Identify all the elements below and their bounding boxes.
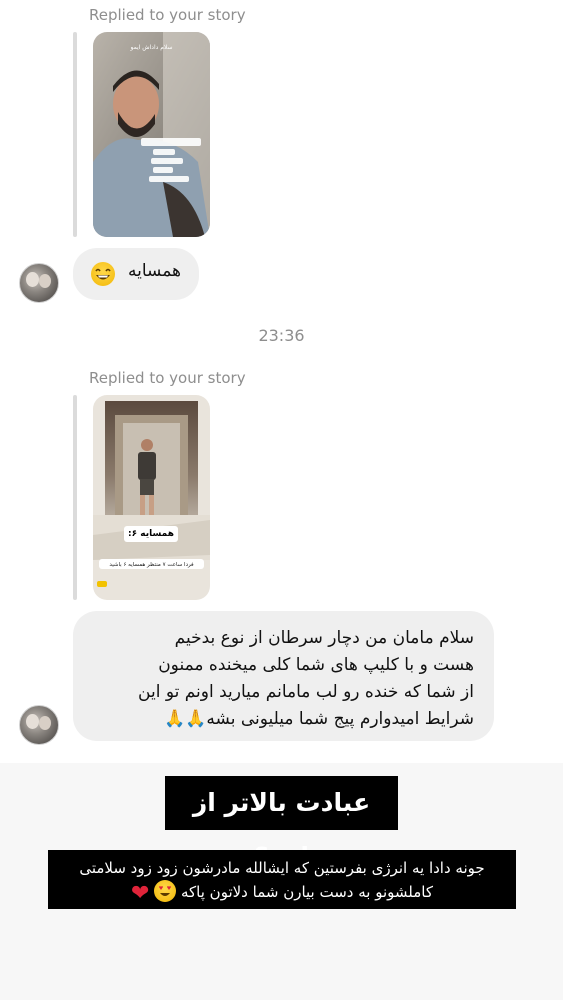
message-line: هست و با کلیپ های شما کلی میخنده ممنون — [158, 655, 474, 675]
message-bubble[interactable]: سلام مامان من دچار سرطان از نوع بدخیم هس… — [73, 611, 494, 741]
caption-line: جونه دادا یه انرژی بفرستین که ایشالله ما… — [79, 859, 485, 877]
caption-line-2: کاملشونو به دست بیارن شما دلاتون پاکه ❤ — [48, 880, 516, 906]
reply-indicator-bar — [73, 395, 77, 600]
caption-title: عبادت بالاتر از این؟ — [165, 776, 398, 871]
message-timestamp: 23:36 — [258, 326, 305, 345]
story-bottom-text: فردا ساعت ۷ منتظر همسایه ۶ باشید — [109, 562, 194, 568]
red-heart-icon: ❤ — [130, 881, 150, 906]
caption-body: جونه دادا یه انرژی بفرستین که ایشالله ما… — [48, 850, 516, 909]
story-badge: همسایه ۶: — [124, 526, 178, 542]
replied-label: Replied to your story — [89, 369, 246, 387]
sender-avatar[interactable] — [19, 263, 59, 303]
grinning-face-icon — [91, 262, 115, 286]
story-top-text: سلام داداش ایمو — [130, 44, 173, 51]
reply-indicator-bar — [73, 32, 77, 237]
message-line: شرایط امیدوارم پیج شما میلیونی بشه🙏🙏 — [164, 709, 474, 729]
message-line: سلام مامان من دچار سرطان از نوع بدخیم — [174, 628, 474, 648]
sender-avatar[interactable] — [19, 705, 59, 745]
message-text: همسایه — [128, 261, 181, 281]
heart-eyes-face-icon — [154, 880, 177, 902]
replied-label: Replied to your story — [89, 6, 246, 24]
caption-line: کاملشونو به دست بیارن شما دلاتون پاکه — [180, 883, 433, 901]
message-line: از شما که خنده رو لب مامانم میارید اونم … — [138, 682, 474, 702]
message-bubble[interactable]: همسایه — [73, 248, 199, 300]
story-image — [93, 32, 210, 237]
story-thumbnail[interactable] — [93, 32, 210, 237]
